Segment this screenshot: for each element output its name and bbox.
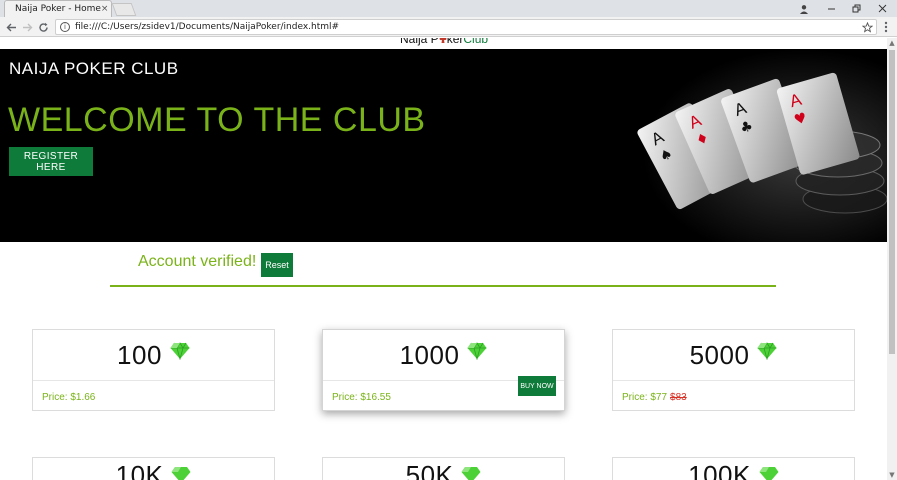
scroll-up-arrow-icon[interactable]: ▲ <box>887 38 897 48</box>
forward-arrow-icon[interactable] <box>19 19 35 35</box>
hero-brand: NAIJA POKER CLUB <box>9 59 179 78</box>
browser-menu-icon[interactable] <box>881 19 891 35</box>
pack-card-100k[interactable]: 100K <box>612 457 855 480</box>
gem-icon <box>759 467 779 480</box>
spade-logo-icon <box>439 38 447 43</box>
profile-icon[interactable] <box>796 0 812 17</box>
price-current: Price: $16.55 <box>332 392 391 403</box>
url-text: file:///C:/Users/zsidev1/Documents/Naija… <box>75 22 340 32</box>
pack-price: Price: $16.55 <box>332 392 391 403</box>
pack-amount: 10K <box>115 460 164 480</box>
page-scrollbar[interactable]: ▲ ▼ <box>887 38 897 480</box>
pack-card-100[interactable]: 100 Price: $1.66 <box>32 329 275 411</box>
pack-card-5000[interactable]: 5000 Price: $77 $83 <box>612 329 855 411</box>
reload-icon[interactable] <box>35 19 51 35</box>
pack-amount: 100 <box>117 339 162 370</box>
pack-amount: 1000 <box>399 339 460 370</box>
pack-card-50k[interactable]: 50K <box>322 457 565 480</box>
hero-title: WELCOME TO THE CLUB <box>8 101 426 139</box>
logo-text: Naija P <box>400 38 439 46</box>
pack-card-10k[interactable]: 10K <box>32 457 275 480</box>
price-current: Price: $1.66 <box>42 392 96 403</box>
minimize-icon[interactable] <box>820 0 842 17</box>
pack-price: Price: $77 $83 <box>622 392 687 403</box>
logo-text: ker <box>446 38 464 46</box>
tab-close-icon[interactable]: × <box>101 4 109 14</box>
logo-accent-text: Club <box>463 38 489 46</box>
gem-icon <box>170 342 190 360</box>
gem-icon <box>461 467 481 480</box>
verification-status: Account verified! Reset <box>110 243 776 287</box>
gem-icon <box>467 342 487 360</box>
buy-now-button[interactable]: BUY NOW <box>518 376 556 396</box>
browser-toolbar: i file:///C:/Users/zsidev1/Documents/Nai… <box>0 17 897 37</box>
pack-header: 100 <box>33 330 274 381</box>
gem-icon <box>171 467 191 480</box>
pack-header: 5000 <box>613 330 854 381</box>
register-button[interactable]: REGISTER HERE <box>9 147 93 176</box>
price-current: Price: $77 <box>622 392 668 403</box>
price-old: $83 <box>670 392 687 403</box>
new-tab-button[interactable] <box>111 3 137 16</box>
tab-title: Naija Poker - Home <box>15 4 101 14</box>
playing-cards-image: A ♠ A ♦ A ♣ A ♥ <box>600 49 887 242</box>
browser-tab-strip: Naija Poker - Home × <box>0 0 897 17</box>
site-logo[interactable]: Naija P kerClub <box>400 38 488 45</box>
gem-icon <box>757 342 777 360</box>
pack-header: 1000 <box>323 330 564 381</box>
browser-tab-home[interactable]: Naija Poker - Home × <box>4 0 112 17</box>
verification-message: Account verified! <box>138 253 257 270</box>
bookmark-star-icon[interactable] <box>862 21 873 33</box>
pack-amount: 100K <box>688 460 751 480</box>
address-bar[interactable]: i file:///C:/Users/zsidev1/Documents/Nai… <box>55 19 877 35</box>
pack-amount: 5000 <box>689 339 750 370</box>
site-info-icon[interactable]: i <box>60 22 70 32</box>
scrollbar-thumb[interactable] <box>889 50 895 354</box>
reset-button[interactable]: Reset <box>261 253 293 277</box>
restore-icon[interactable] <box>845 0 867 17</box>
pack-amount: 50K <box>405 460 454 480</box>
scroll-down-arrow-icon[interactable]: ▼ <box>887 470 897 480</box>
pack-card-1000[interactable]: 1000 Price: $16.55 BUY NOW <box>322 329 565 411</box>
hero-banner: NAIJA POKER CLUB WELCOME TO THE CLUB REG… <box>0 49 887 242</box>
pack-price: Price: $1.66 <box>42 392 95 403</box>
close-window-icon[interactable] <box>870 0 894 17</box>
page-viewport: Naija P kerClub NAIJA POKER CLUB WELCOME … <box>0 38 887 480</box>
back-arrow-icon[interactable] <box>3 19 19 35</box>
